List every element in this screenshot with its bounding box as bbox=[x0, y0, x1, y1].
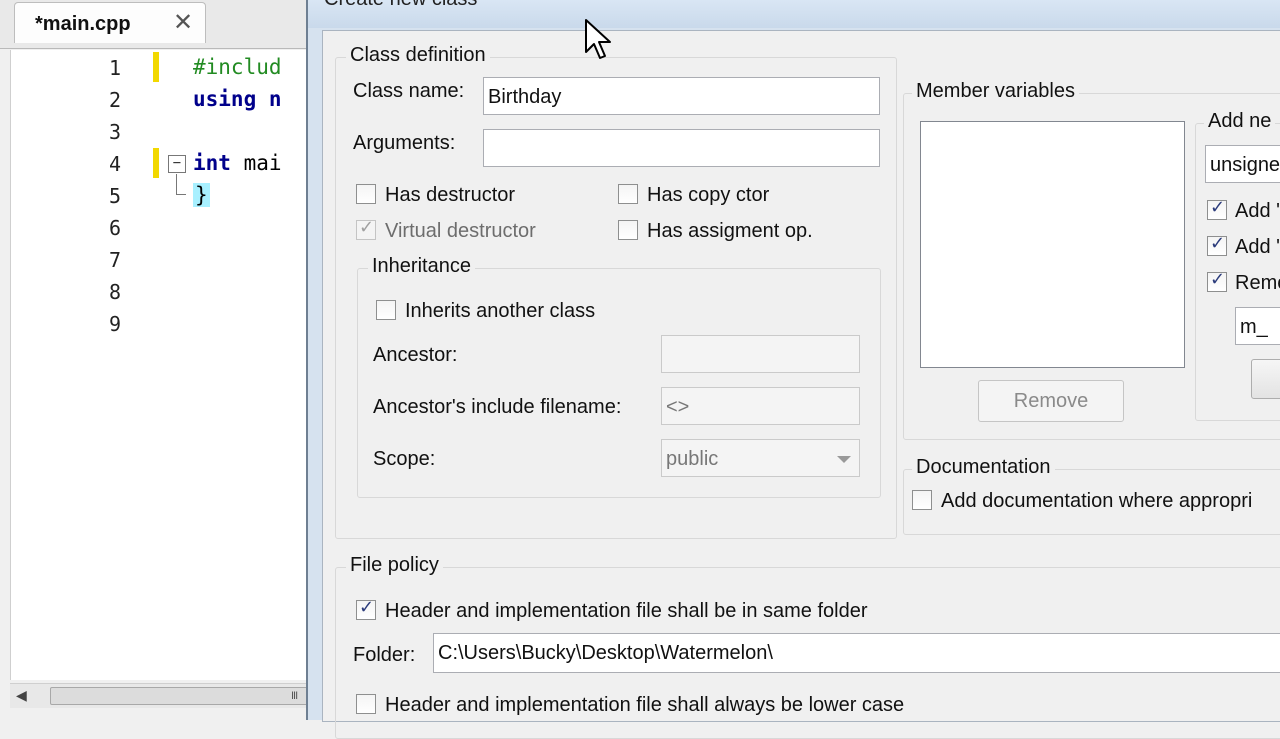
class-name-input[interactable]: Birthday bbox=[483, 77, 880, 115]
inherits-another-class-checkbox[interactable] bbox=[376, 300, 396, 320]
code-fragment: mai bbox=[230, 151, 282, 175]
code-line: 6 bbox=[11, 212, 311, 244]
tab-main-cpp[interactable]: *main.cpp ✕ bbox=[14, 2, 206, 43]
line-number: 7 bbox=[108, 248, 121, 272]
ancestor-include-input: <> bbox=[661, 387, 860, 425]
check-icon: ✓ bbox=[1210, 269, 1226, 289]
has-assignment-op-label: Has assigment op. bbox=[647, 220, 813, 242]
has-copy-ctor-label: Has copy ctor bbox=[647, 184, 770, 206]
folder-label: Folder: bbox=[353, 644, 416, 666]
check-icon: ✓ bbox=[1210, 197, 1226, 217]
dialog-title: Create new class bbox=[324, 0, 477, 11]
scope-label: Scope: bbox=[373, 448, 436, 470]
scope-select: public bbox=[661, 439, 860, 477]
code-line: 5 } bbox=[11, 174, 311, 212]
code-text: int mai bbox=[193, 151, 282, 175]
ancestor-include-label: Ancestor's include filename: bbox=[373, 396, 622, 418]
add-setter-checkbox[interactable]: ✓ bbox=[1207, 233, 1227, 256]
prefix-input[interactable]: m_ bbox=[1235, 307, 1280, 345]
code-area[interactable]: 1 #includ 2 using n 3 4 − int mai 5 } 6 … bbox=[10, 50, 311, 680]
dialog-body: Class definition Class name: Birthday Ar… bbox=[322, 30, 1280, 739]
change-marker bbox=[153, 52, 159, 82]
remove-prefix-checkbox[interactable]: ✓ bbox=[1207, 269, 1227, 292]
member-variables-list[interactable] bbox=[920, 121, 1185, 368]
code-text: #includ bbox=[193, 55, 282, 79]
add-documentation-label: Add documentation where appropri bbox=[941, 490, 1253, 512]
has-assignment-op-checkbox[interactable] bbox=[618, 220, 638, 240]
add-documentation-checkbox[interactable] bbox=[912, 490, 932, 510]
matched-brace: } bbox=[193, 183, 210, 207]
same-folder-label: Header and implementation file shall be … bbox=[385, 600, 868, 622]
code-line: 3 bbox=[11, 116, 311, 148]
group-title: Inheritance bbox=[368, 255, 475, 278]
line-number: 9 bbox=[108, 312, 121, 336]
change-marker bbox=[153, 148, 159, 178]
ancestor-label: Ancestor: bbox=[373, 344, 458, 366]
inherits-another-class-label: Inherits another class bbox=[405, 300, 596, 322]
add-setter-label: Add ' bbox=[1235, 236, 1280, 258]
dialog-titlebar[interactable]: Create new class bbox=[308, 0, 1280, 28]
folder-input[interactable]: C:\Users\Bucky\Desktop\Watermelon\ bbox=[433, 633, 1280, 673]
class-name-label: Class name: bbox=[353, 80, 465, 102]
remove-button: Remove bbox=[978, 380, 1124, 422]
has-copy-ctor-checkbox[interactable] bbox=[618, 184, 638, 204]
close-icon[interactable]: ✕ bbox=[173, 9, 193, 37]
horizontal-scrollbar[interactable]: ◀ III bbox=[10, 683, 312, 708]
line-number: 2 bbox=[108, 88, 121, 112]
fold-collapse-icon[interactable]: − bbox=[168, 155, 186, 173]
line-number: 4 bbox=[108, 152, 121, 176]
create-new-class-dialog: Create new class Class definition Class … bbox=[306, 0, 1280, 739]
add-getter-checkbox[interactable]: ✓ bbox=[1207, 197, 1227, 220]
tab-label: *main.cpp bbox=[35, 13, 131, 35]
add-member-button[interactable] bbox=[1251, 359, 1280, 399]
fold-guide bbox=[176, 174, 177, 194]
code-line: 8 bbox=[11, 276, 311, 308]
group-title: Class definition bbox=[346, 44, 490, 67]
virtual-destructor-checkbox: ✓ bbox=[356, 217, 376, 240]
code-line: 4 − int mai bbox=[11, 148, 311, 180]
virtual-destructor-label: Virtual destructor bbox=[385, 220, 536, 242]
lower-case-label: Header and implementation file shall alw… bbox=[385, 694, 905, 716]
fold-guide-end bbox=[176, 194, 186, 195]
code-line: 2 using n bbox=[11, 84, 311, 116]
lower-case-checkbox[interactable] bbox=[356, 694, 376, 714]
line-number: 6 bbox=[108, 216, 121, 240]
code-text: using n bbox=[193, 87, 282, 111]
code-editor: *main.cpp ✕ 1 #includ 2 using n 3 4 − in… bbox=[0, 0, 320, 720]
code-line: 9 bbox=[11, 308, 311, 340]
check-icon: ✓ bbox=[359, 597, 375, 617]
has-destructor-checkbox[interactable] bbox=[356, 184, 376, 204]
arguments-label: Arguments: bbox=[353, 132, 456, 154]
scrollbar-thumb[interactable]: III bbox=[50, 687, 312, 705]
line-number: 5 bbox=[108, 184, 121, 208]
mouse-cursor-icon bbox=[585, 19, 611, 59]
group-title: Add ne bbox=[1204, 110, 1276, 133]
group-title: Documentation bbox=[912, 456, 1055, 479]
editor-tab-bar: *main.cpp ✕ bbox=[0, 0, 320, 49]
group-title: File policy bbox=[346, 554, 443, 577]
add-getter-label: Add ' bbox=[1235, 200, 1280, 222]
line-number: 8 bbox=[108, 280, 121, 304]
member-type-input[interactable]: unsigne bbox=[1205, 145, 1280, 183]
scope-value: public bbox=[666, 448, 719, 470]
ancestor-input bbox=[661, 335, 860, 373]
check-icon: ✓ bbox=[359, 217, 375, 237]
keyword: int bbox=[193, 151, 231, 175]
code-line: 1 #includ bbox=[11, 52, 311, 84]
check-icon: ✓ bbox=[1210, 233, 1226, 253]
group-title: Member variables bbox=[912, 80, 1079, 103]
has-destructor-label: Has destructor bbox=[385, 184, 516, 206]
line-number: 3 bbox=[108, 120, 121, 144]
same-folder-checkbox[interactable]: ✓ bbox=[356, 597, 376, 620]
chevron-down-icon bbox=[837, 456, 851, 463]
scroll-left-icon[interactable]: ◀ bbox=[16, 687, 27, 704]
arguments-input[interactable] bbox=[483, 129, 880, 167]
code-text: } bbox=[193, 183, 210, 207]
grip-icon: III bbox=[291, 690, 298, 702]
code-line: 7 bbox=[11, 244, 311, 276]
remove-prefix-label: Remo bbox=[1235, 272, 1280, 294]
line-number: 1 bbox=[108, 56, 121, 80]
